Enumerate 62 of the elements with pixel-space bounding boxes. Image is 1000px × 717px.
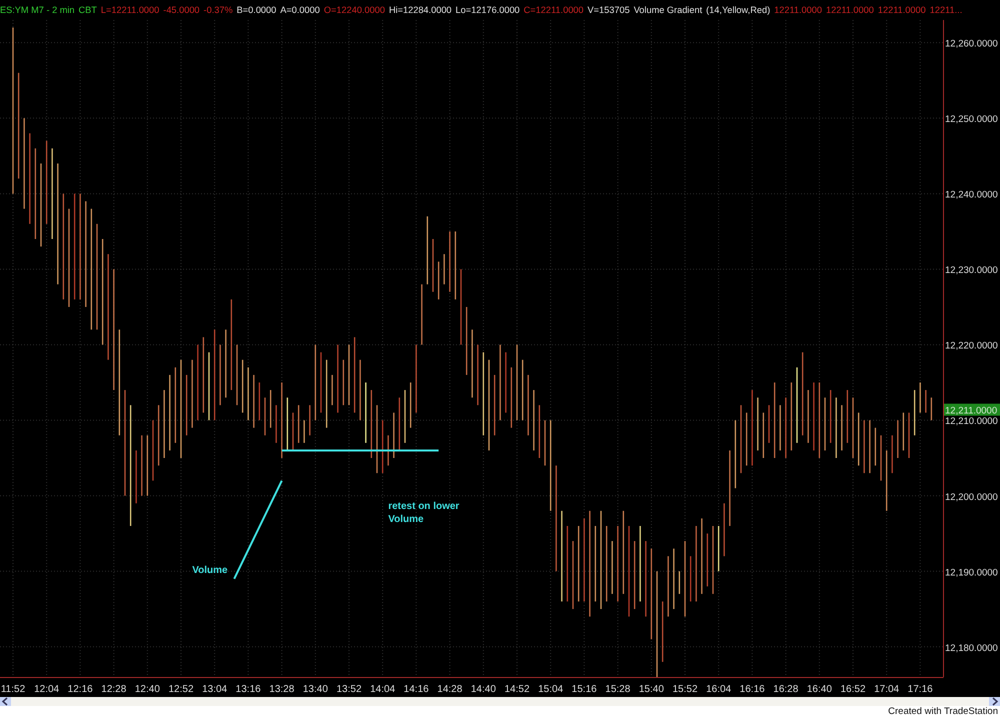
header-text: Lo=12176.0000	[456, 4, 520, 16]
axis-label: 12:52	[168, 684, 194, 695]
axis-label: 12,180.0000	[945, 642, 998, 654]
header-text: V=153705	[588, 4, 630, 16]
axis-label: 13:04	[202, 684, 228, 695]
axis-label: 14:28	[437, 684, 462, 695]
axis-label: 12,240.0000	[945, 190, 998, 201]
axis-label: 15:52	[672, 684, 698, 695]
scrollbar[interactable]	[0, 697, 1000, 706]
axis-label: 14:52	[504, 684, 530, 695]
header-text: -0.37%	[204, 4, 233, 16]
axis-label: 13:52	[336, 684, 362, 695]
scroll-right-icon[interactable]	[989, 697, 1000, 706]
header-text: A=0.0000	[280, 4, 320, 16]
axis-label: 12:16	[68, 684, 93, 695]
header-text: 12211.0000	[878, 4, 926, 16]
footer-text: Created with TradeStation	[888, 706, 998, 717]
header-text: CBT	[78, 4, 97, 16]
axis-label: 17:04	[874, 684, 900, 695]
axis-label: 12:28	[101, 684, 126, 695]
axis-label: 12:40	[134, 684, 160, 695]
header-text: 12211...	[930, 4, 962, 16]
header-text: B=0.0000	[236, 4, 276, 16]
axis-label: 16:52	[840, 684, 866, 695]
axis-label: 15:28	[605, 684, 630, 695]
axis-label: 15:40	[638, 684, 664, 695]
axis-label: 12,230.0000	[945, 265, 998, 276]
header-text: (14,Yellow,Red)	[706, 4, 770, 16]
axis-label: 13:28	[269, 684, 294, 695]
axis-label: 16:04	[706, 684, 732, 695]
header-text: O=12240.0000	[324, 4, 385, 16]
header-text: -45.0000	[163, 4, 200, 16]
axis-label: 16:16	[740, 684, 765, 695]
annotation-text: retest on lower Volume	[388, 500, 460, 526]
header-text: Volume Gradient	[634, 4, 702, 16]
axis-label: 15:16	[572, 684, 597, 695]
header-text: C=12211.0000	[524, 4, 584, 16]
axis-label: 16:40	[806, 684, 832, 695]
price-marker: 12,211.0000	[944, 404, 1000, 417]
axis-label: 13:40	[302, 684, 328, 695]
axis-label: 12,220.0000	[945, 340, 998, 352]
axis-label: 14:16	[404, 684, 429, 695]
header-text: 12211.0000	[774, 4, 822, 16]
axis-label: 13:16	[236, 684, 261, 695]
header-text: 12211.0000	[826, 4, 874, 16]
annotation-text: Volume	[192, 564, 229, 577]
header-text: L=12211.0000	[100, 4, 160, 16]
axis-label: 15:04	[538, 684, 564, 695]
axis-label: 17:16	[908, 684, 933, 695]
axis-label: 11:52	[0, 684, 26, 695]
axis-label: 12:04	[34, 684, 60, 695]
axis-label: 14:04	[370, 684, 396, 695]
axis-label: 16:28	[773, 684, 798, 695]
scroll-left-icon[interactable]	[0, 697, 11, 706]
header-text: ES:YM M7 - 2 min	[0, 4, 75, 16]
axis-label: 12,200.0000	[945, 492, 998, 503]
axis-label: 12,210.0000	[945, 416, 998, 428]
axis-label: 14:40	[470, 684, 496, 695]
axis-label: 12,260.0000	[945, 38, 998, 50]
header-text: Hi=12284.0000	[388, 4, 452, 16]
axis-label: 12,250.0000	[945, 114, 998, 126]
axis-label: 12,190.0000	[945, 567, 998, 578]
